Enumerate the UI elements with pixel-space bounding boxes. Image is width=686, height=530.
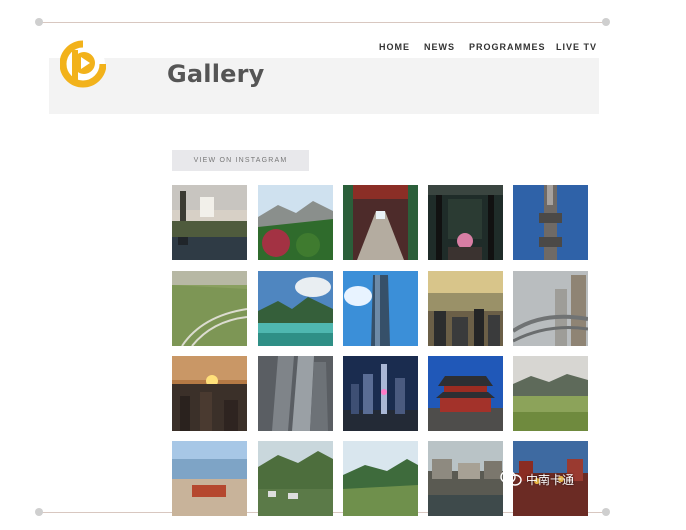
gallery-thumb[interactable] <box>258 441 333 516</box>
gallery-thumb[interactable] <box>343 356 418 431</box>
gallery-thumb[interactable] <box>513 356 588 431</box>
frame-dot-top-right <box>602 18 610 26</box>
gallery-thumb[interactable] <box>513 271 588 346</box>
view-on-instagram-button[interactable]: VIEW ON INSTAGRAM <box>172 150 309 171</box>
gallery-thumb[interactable] <box>343 271 418 346</box>
gallery-thumb[interactable] <box>172 185 247 260</box>
nav-programmes[interactable]: PROGRAMMES <box>469 42 546 52</box>
nav-home[interactable]: HOME <box>379 42 410 52</box>
gallery-thumb[interactable] <box>258 185 333 260</box>
nav-live-tv[interactable]: LIVE TV <box>556 42 597 52</box>
gallery-thumb[interactable] <box>258 356 333 431</box>
page-title: Gallery <box>167 60 265 88</box>
gallery-thumb[interactable] <box>428 441 503 516</box>
gallery-thumb[interactable] <box>428 185 503 260</box>
gallery-thumb[interactable] <box>172 271 247 346</box>
gallery-thumb[interactable] <box>513 185 588 260</box>
wechat-watermark: 中南卡通 <box>500 470 574 489</box>
gallery-thumb[interactable] <box>428 271 503 346</box>
frame-dot-top-left <box>35 18 43 26</box>
gallery-thumb[interactable] <box>258 271 333 346</box>
main-nav: HOME NEWS PROGRAMMES LIVE TV <box>0 42 686 54</box>
frame-top-line <box>41 22 607 23</box>
gallery-thumb[interactable] <box>343 441 418 516</box>
header-band <box>49 58 599 114</box>
gallery-thumb[interactable] <box>172 441 247 516</box>
gallery-thumb[interactable] <box>428 356 503 431</box>
gallery-grid <box>172 185 590 516</box>
gallery-thumb[interactable] <box>343 185 418 260</box>
gallery-thumb[interactable] <box>172 356 247 431</box>
frame-dot-bottom-right <box>602 508 610 516</box>
frame-dot-bottom-left <box>35 508 43 516</box>
watermark-text: 中南卡通 <box>526 473 575 487</box>
nav-news[interactable]: NEWS <box>424 42 455 52</box>
wechat-icon <box>500 470 522 489</box>
